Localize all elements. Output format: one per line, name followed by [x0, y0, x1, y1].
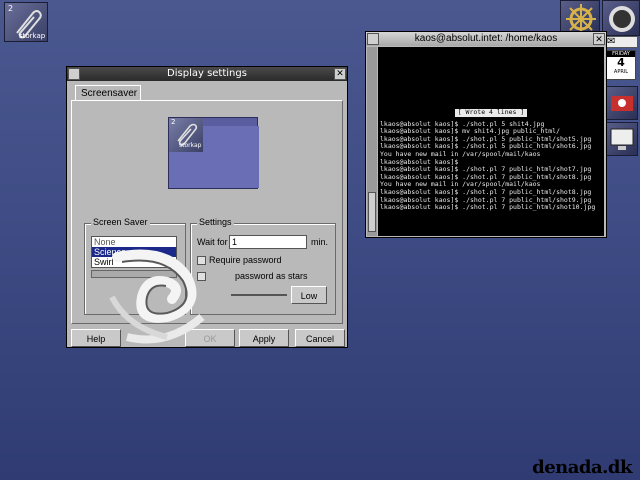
list-item[interactable]: None — [92, 237, 176, 247]
screen-saver-list[interactable]: None Science Swirl — [91, 236, 177, 268]
settings-group-title: Settings — [197, 217, 234, 227]
terminal-line: lkaos@absolut kaos]$ ./shot.pl 7 public_… — [380, 203, 596, 212]
camera-icon — [611, 96, 633, 111]
cancel-button[interactable]: Cancel — [295, 329, 345, 347]
preview-clip: 2 storkap — [169, 118, 203, 152]
settings-group: Settings Wait for 1 min. Require passwor… — [190, 217, 336, 315]
dock-clock-icon[interactable] — [602, 0, 640, 36]
list-item-selected[interactable]: Science — [92, 247, 176, 257]
terminal-close-button[interactable]: ✕ — [593, 33, 605, 45]
mail-glyph-icon: ✉ — [607, 36, 616, 47]
workspace-clip[interactable]: 2 storkap — [4, 2, 48, 42]
wait-for-input[interactable]: 1 — [229, 235, 307, 249]
terminal-window: kaos@absolut.intet: /home/kaos ✕ [ Wrote… — [365, 31, 607, 238]
gnome-foot-icon — [609, 6, 635, 32]
wait-for-label: Wait for — [197, 237, 228, 247]
terminal-scroll-thumb[interactable] — [368, 192, 376, 232]
show-password-label: password as stars — [235, 271, 308, 281]
window-title: Display settings — [167, 68, 247, 79]
terminal-titlebar[interactable]: kaos@absolut.intet: /home/kaos ✕ — [366, 32, 606, 46]
monitor-icon — [610, 128, 634, 150]
screen-saver-group: Screen Saver None Science Swirl — [84, 217, 186, 315]
dock-monitor-icon[interactable] — [604, 122, 638, 156]
preview-clip-label: storkap — [179, 142, 202, 149]
close-button[interactable]: ✕ — [334, 68, 346, 80]
screen-saver-group-title: Screen Saver — [91, 217, 150, 227]
tab-screensaver[interactable]: Screensaver — [75, 85, 141, 101]
minimize-button[interactable] — [68, 68, 80, 80]
ok-button[interactable]: OK — [185, 329, 235, 347]
display-settings-titlebar[interactable]: Display settings ✕ — [67, 67, 347, 81]
calendar-day: 4 — [617, 56, 625, 69]
dock-calendar[interactable]: FRIDAY 4 APRIL — [606, 50, 636, 80]
display-settings-window: Display settings ✕ Screensaver 2 storkap… — [66, 66, 348, 348]
quality-low-button[interactable]: Low — [291, 286, 327, 304]
watermark-text: denada.dk — [532, 457, 632, 478]
require-password-label: Require password — [209, 255, 282, 265]
apply-button[interactable]: Apply — [239, 329, 289, 347]
terminal-minimize-button[interactable] — [367, 33, 379, 45]
screensaver-preview: 2 storkap — [168, 117, 259, 189]
require-password-checkbox[interactable] — [197, 256, 206, 265]
calendar-month: APRIL — [613, 69, 629, 75]
nano-status-banner: [ Wrote 4 lines ] — [454, 108, 528, 117]
dock-mail-icon[interactable]: ✉ — [604, 36, 638, 48]
list-item[interactable]: Swirl — [92, 257, 176, 267]
help-button[interactable]: Help — [71, 329, 121, 347]
terminal-output[interactable]: [ Wrote 4 lines ] lkaos@absolut kaos]$ .… — [378, 47, 604, 236]
wait-unit-label: min. — [311, 237, 329, 247]
workspace-label: storkap — [19, 32, 46, 40]
terminal-title: kaos@absolut.intet: /home/kaos — [414, 33, 558, 44]
terminal-scrollbar[interactable] — [367, 47, 377, 236]
quality-slider[interactable] — [231, 294, 287, 296]
show-password-checkbox[interactable] — [197, 272, 206, 281]
screensaver-panel: 2 storkap Screen Saver None Science Swir… — [71, 100, 343, 324]
dock-camera-icon[interactable] — [604, 86, 638, 120]
list-scrollbar[interactable] — [91, 270, 177, 278]
